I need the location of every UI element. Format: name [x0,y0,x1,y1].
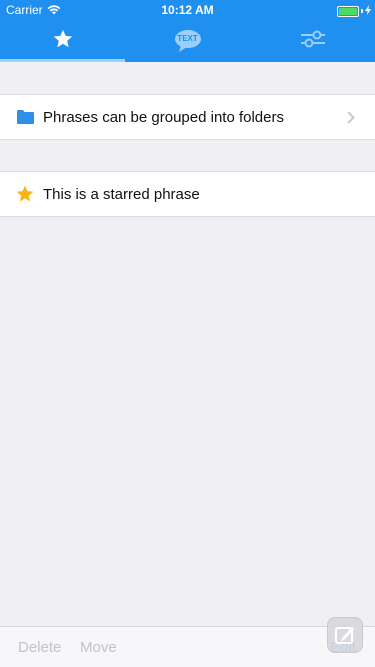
tab-selection-indicator [0,59,125,62]
status-bar: Carrier 10:12 AM [0,0,375,20]
battery-indicator [337,4,371,18]
folder-row-label: Phrases can be grouped into folders [43,108,284,126]
folders-section: Phrases can be grouped into folders [0,94,375,140]
battery-icon [337,5,359,17]
tab-bar: TEXT [0,20,375,62]
folder-icon [15,107,35,127]
floating-edit-badge-icon [327,617,363,653]
starred-phrase-row[interactable]: This is a starred phrase [0,172,375,216]
starred-section: This is a starred phrase [0,171,375,217]
tab-favorites[interactable] [0,20,125,62]
tab-phrases[interactable]: TEXT [125,20,250,62]
bottom-toolbar: Delete Move Edit [0,626,375,667]
folder-row[interactable]: Phrases can be grouped into folders [0,95,375,139]
move-button[interactable]: Move [80,639,117,656]
star-icon [52,28,74,55]
tab-settings[interactable] [250,20,375,62]
top-header: Carrier 10:12 AM TEXT [0,0,375,62]
sliders-icon [300,30,326,53]
charging-icon [365,4,371,18]
chevron-right-icon [339,110,363,124]
starred-phrase-label: This is a starred phrase [43,185,200,203]
status-time: 10:12 AM [161,3,214,17]
text-bubble-label: TEXT [177,34,198,43]
delete-button[interactable]: Delete [18,639,61,656]
star-icon [15,184,35,204]
text-bubble-icon: TEXT [174,29,202,53]
